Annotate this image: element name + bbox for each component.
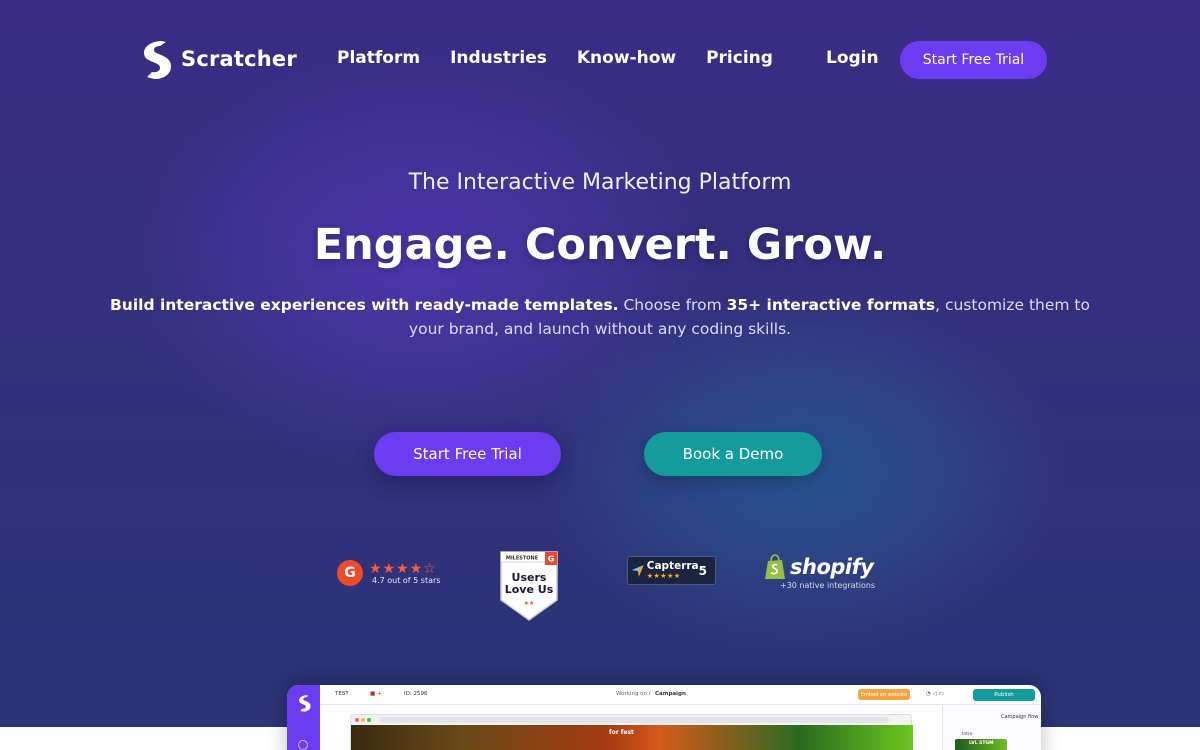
preview-sidebar — [287, 685, 320, 750]
capterra-arrow-icon — [632, 564, 644, 577]
capterra-stars-icon: ★★★★★ — [646, 572, 681, 580]
capterra-score: 5 — [698, 563, 707, 578]
preview-flag-icon: ■ + — [370, 691, 382, 697]
preview-side-panel: Campaign flow Intro LVL STGM — [942, 705, 1041, 750]
hero-eyebrow: The Interactive Marketing Platform — [408, 170, 792, 195]
preview-breadcrumb-prefix: Working on / — [616, 691, 651, 697]
preview-panel-title: Campaign flow — [1001, 714, 1039, 720]
capterra-name: Capterra — [646, 560, 699, 572]
preview-canvas-title: for fest — [609, 729, 634, 736]
subtext-formats: 35+ interactive formats — [726, 296, 936, 314]
g2-rating-badge[interactable]: G ★★★★☆ 4.7 out of 5 stars — [337, 560, 440, 586]
scratcher-logo-icon — [144, 41, 171, 79]
start-free-trial-button[interactable]: Start Free Trial — [374, 432, 561, 476]
nav-pricing[interactable]: Pricing — [706, 48, 773, 68]
nav-industries[interactable]: Industries — [450, 48, 547, 68]
brand-logo[interactable]: Scratcher — [138, 38, 297, 80]
nav-start-trial-button[interactable]: Start Free Trial — [900, 41, 1047, 79]
login-link[interactable]: Login — [826, 48, 879, 68]
preview-palette-icon — [298, 740, 308, 750]
g2-caption: 4.7 out of 5 stars — [372, 575, 441, 585]
preview-embed-button: Embed on website — [858, 689, 910, 700]
preview-panel-intro: Intro — [962, 732, 973, 737]
preview-id: ID: 2596 — [404, 691, 428, 697]
capterra-rating-badge[interactable]: Capterra ★★★★★ 5 — [627, 556, 716, 585]
book-demo-button[interactable]: Book a Demo — [644, 432, 822, 476]
brand-name: Scratcher — [181, 47, 297, 71]
preview-window-dots — [355, 718, 371, 722]
shopify-bag-icon — [765, 554, 785, 579]
shopify-wordmark: shopify — [790, 555, 874, 579]
preview-project-name: TEST — [335, 691, 349, 697]
milestone-line2: Love Us — [505, 583, 554, 596]
hero-background — [0, 0, 1200, 728]
preview-publish-button: Publish — [973, 689, 1035, 701]
preview-breadcrumb-current: Campaign — [655, 691, 686, 697]
subtext-choose: Choose from — [618, 296, 727, 314]
preview-canvas: for fest — [350, 714, 913, 750]
preview-logo-icon — [299, 695, 311, 712]
shopify-logo: shopify — [764, 554, 875, 580]
users-love-us-badge-icon[interactable]: G MILESTONE Users Love Us ★★ — [498, 550, 560, 622]
subtext-lead: Build interactive experiences with ready… — [109, 296, 619, 314]
hero-headline: Engage. Convert. Grow. — [313, 220, 887, 270]
g2-stars-icon: ★★★★☆ — [369, 560, 437, 577]
nav-platform[interactable]: Platform — [337, 48, 420, 68]
app-preview-window: TEST ■ + ID: 2596 Working on / Campaign … — [287, 685, 1041, 750]
capterra-text: Capterra ★★★★★ — [647, 560, 699, 581]
shopify-caption: +30 native integrations — [780, 581, 876, 590]
preview-toolbar-icons: ◔ ◁ ▭ — [926, 691, 944, 697]
g2-rating-block: ★★★★☆ 4.7 out of 5 stars — [369, 562, 440, 585]
g2-logo-icon: G — [337, 560, 363, 586]
milestone-logo: G — [548, 555, 555, 564]
preview-url-bar — [379, 717, 889, 723]
milestone-top: MILESTONE — [506, 556, 539, 562]
milestone-stars: ★★ — [524, 600, 535, 607]
hero-subtext: Build interactive experiences with ready… — [100, 293, 1100, 341]
preview-toolbar: TEST ■ + ID: 2596 Working on / Campaign … — [320, 685, 1041, 705]
nav-know-how[interactable]: Know-how — [577, 48, 676, 68]
shopify-integrations-badge[interactable]: shopify +30 native integrations — [764, 554, 875, 590]
main-nav: Platform Industries Know-how Pricing — [337, 48, 773, 68]
preview-thumb-text: LVL STGM — [969, 741, 994, 746]
